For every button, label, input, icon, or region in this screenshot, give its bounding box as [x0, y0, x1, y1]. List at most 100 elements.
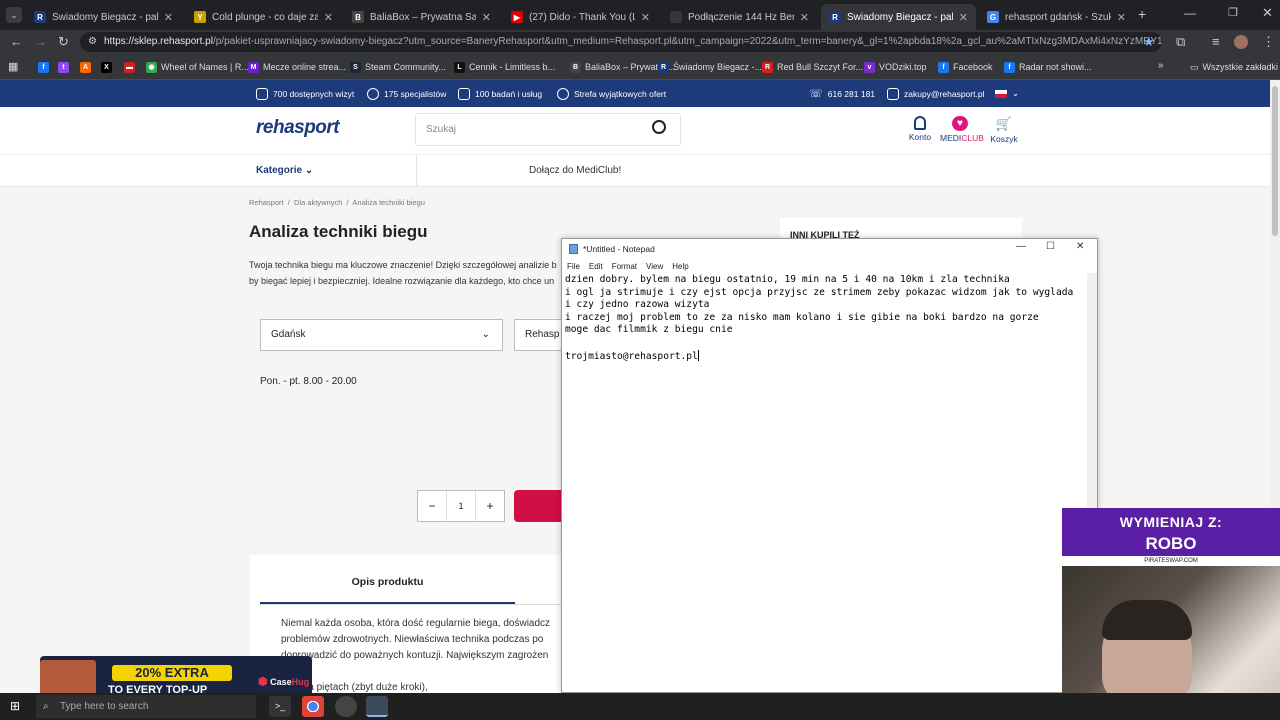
taskbar-search-input[interactable]: ⌕ Type here to search — [36, 695, 256, 718]
media-controls-icon[interactable]: ≡ — [1212, 34, 1220, 49]
polish-flag-icon — [995, 89, 1007, 98]
site-info-icon[interactable]: ⚙ — [88, 32, 97, 52]
notepad-app-icon[interactable] — [366, 696, 388, 717]
bookmark-favicon-icon: B — [570, 61, 581, 73]
tab-close-icon[interactable]: ✕ — [800, 11, 809, 24]
browser-tab[interactable]: B BaliaBox – Prywatna Sauna i Ba ✕ — [344, 4, 499, 30]
bookmark-star-icon[interactable]: ★ — [1143, 34, 1155, 50]
add-to-cart-button[interactable] — [514, 490, 564, 522]
bookmark-favicon-icon: S — [350, 61, 361, 73]
minimize-window-button[interactable]: — — [1184, 6, 1196, 20]
notepad-maximize-button[interactable]: ☐ — [1046, 241, 1055, 252]
apps-grid-icon[interactable]: ▦ — [8, 60, 18, 73]
product-description: Twoja technika biegu ma kluczowe znaczen… — [249, 260, 557, 286]
bookmark-item[interactable]: M Mecze online strea... — [248, 59, 346, 75]
specialists-info[interactable]: 175 specjalistów — [367, 80, 446, 107]
more-bookmarks-chevron-icon[interactable]: » — [1158, 60, 1164, 71]
tab-close-icon[interactable]: ✕ — [959, 11, 968, 24]
breadcrumb-item[interactable]: Rehasport — [249, 198, 284, 207]
windows-start-icon[interactable]: ⊞ — [10, 699, 20, 713]
terminal-app-icon[interactable]: >_ — [269, 696, 291, 717]
tab-close-icon[interactable]: ✕ — [164, 11, 173, 24]
breadcrumb-item[interactable]: Dla aktywnych — [294, 198, 342, 207]
tab-close-icon[interactable]: ✕ — [1117, 11, 1126, 24]
decrease-quantity-button[interactable]: − — [418, 491, 447, 521]
address-bar[interactable]: ⚙ https://sklep.rehasport.pl/p/pakiet-us… — [80, 32, 1162, 52]
email-info[interactable]: zakupy@rehasport.pl — [887, 80, 984, 107]
cart-button[interactable]: 🛒 Koszyk — [984, 116, 1024, 144]
browser-tab[interactable]: R Świadomy Biegacz - pakiet bad ✕ — [26, 4, 181, 30]
menu-file[interactable]: File — [567, 262, 580, 271]
extensions-icon[interactable]: ⧉ — [1176, 34, 1185, 50]
site-search-input[interactable]: Szukaj — [415, 113, 681, 146]
browser-tab[interactable]: R Świadomy Biegacz - pakiet bad ✕ — [821, 4, 976, 30]
restore-window-button[interactable]: ❐ — [1228, 6, 1238, 19]
opening-hours: Pon. - pt. 8.00 - 20.00 — [260, 376, 357, 387]
user-icon — [914, 116, 926, 130]
language-switch[interactable]: ⌄ — [995, 80, 1019, 107]
categories-menu[interactable]: Kategorie ⌄ — [256, 165, 313, 176]
clinic-select[interactable]: Rehasp — [514, 319, 564, 351]
menu-help[interactable]: Help — [672, 262, 688, 271]
tests-info[interactable]: 100 badań i usług — [458, 80, 542, 107]
browser-tab[interactable]: Grehasport gdańsk - Szukaj w G ✕ — [979, 4, 1134, 30]
notepad-close-button[interactable]: ✕ — [1076, 241, 1084, 252]
bookmark-item[interactable]: R Red Bull Szczyt For... — [762, 59, 863, 75]
tab-list-button[interactable]: ⌄ — [6, 7, 22, 23]
scrollbar-thumb[interactable] — [1272, 86, 1278, 236]
visits-info[interactable]: 700 dostępnych wizyt — [256, 80, 354, 107]
mediclub-button[interactable]: ♥ MEDICLUB — [940, 116, 984, 143]
bookmark-item[interactable]: f — [38, 59, 49, 75]
back-icon[interactable]: ← — [10, 34, 23, 49]
bookmark-item[interactable]: A — [80, 59, 91, 75]
browser-tab[interactable]: Y Cold plunge - co daje zanurzan ✕ — [186, 4, 341, 30]
site-info-bar: 700 dostępnych wizyt 175 specjalistów 10… — [0, 80, 1270, 107]
tab-product-description[interactable]: Opis produktu — [260, 576, 515, 604]
menu-view[interactable]: View — [646, 262, 663, 271]
person-hair — [1102, 600, 1192, 640]
bookmark-label: VODziki.top — [879, 62, 927, 72]
city-select[interactable]: Gdańsk ⌄ — [260, 319, 503, 351]
join-mediclub-link[interactable]: Dołącz do MediClub! — [529, 165, 621, 176]
bookmark-item[interactable]: f Radar not showi... — [1004, 59, 1092, 75]
site-logo[interactable]: rehasport — [256, 117, 340, 139]
new-tab-button[interactable]: + — [1138, 6, 1146, 22]
close-window-button[interactable]: ✕ — [1262, 5, 1273, 21]
bookmark-item[interactable]: X — [101, 59, 112, 75]
search-icon[interactable] — [652, 120, 666, 134]
chevron-down-icon: ⌄ — [1012, 88, 1020, 98]
menu-edit[interactable]: Edit — [589, 262, 603, 271]
tab-close-icon[interactable]: ✕ — [482, 11, 491, 24]
account-button[interactable]: Konto — [900, 116, 940, 142]
tab-close-icon[interactable]: ✕ — [641, 11, 650, 24]
browser-tab[interactable]: ▶ (27) Dido - Thank You (Lyrics) ✕ — [503, 4, 658, 30]
notepad-window[interactable]: *Untitled - Notepad — ☐ ✕ File Edit Form… — [561, 238, 1098, 693]
bookmark-item[interactable]: L Cennik - Limitless b... — [454, 59, 555, 75]
increase-quantity-button[interactable]: + — [475, 491, 504, 521]
bookmark-item[interactable]: S Steam Community... — [350, 59, 446, 75]
bookmark-item[interactable]: R Świadomy Biegacz -... — [658, 59, 762, 75]
phone-info[interactable]: ☏ 616 281 181 — [809, 80, 875, 107]
bookmark-item[interactable]: ◉ Wheel of Names | R... — [146, 59, 249, 75]
reload-icon[interactable]: ↻ — [58, 34, 69, 50]
offers-info[interactable]: Strefa wyjątkowych ofert — [557, 80, 666, 107]
cart-icon: 🛒 — [995, 116, 1013, 131]
bookmark-item[interactable]: v VODziki.top — [864, 59, 927, 75]
browser-tab[interactable]: Podłączenie 144 Hz BenQ ✕ — [662, 4, 817, 30]
quantity-stepper[interactable]: − 1 + — [417, 490, 505, 522]
forward-icon[interactable]: → — [34, 34, 47, 49]
chrome-app-icon[interactable] — [302, 696, 324, 717]
notepad-minimize-button[interactable]: — — [1016, 241, 1026, 252]
bookmark-item[interactable]: f Facebook — [938, 59, 993, 75]
all-bookmarks-folder[interactable]: ▭ Wszystkie zakładki — [1190, 59, 1278, 75]
notepad-text-area[interactable]: dzien dobry. bylem na biegu ostatnio, 19… — [565, 273, 1085, 691]
quantity-value[interactable]: 1 — [447, 491, 475, 521]
bookmark-item[interactable]: t — [58, 59, 69, 75]
profile-avatar[interactable] — [1234, 35, 1248, 49]
obs-app-icon[interactable] — [335, 696, 357, 717]
tab-close-icon[interactable]: ✕ — [324, 11, 333, 24]
menu-format[interactable]: Format — [612, 262, 637, 271]
chrome-menu-icon[interactable]: ⋮ — [1262, 34, 1275, 50]
bookmark-label: Świadomy Biegacz -... — [673, 62, 763, 72]
bookmark-item[interactable]: ▬ — [124, 59, 135, 75]
